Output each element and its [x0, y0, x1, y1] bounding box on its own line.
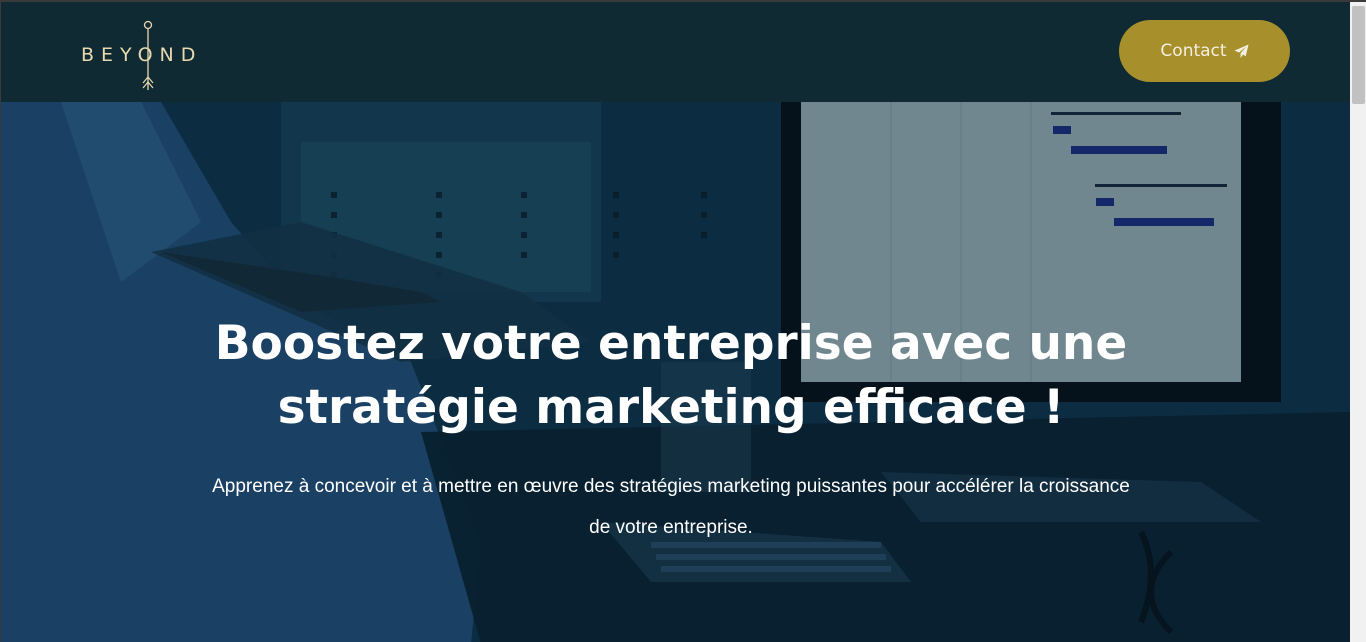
- brand-logo[interactable]: BEYOND: [81, 20, 213, 92]
- hero-subtitle: Apprenez à concevoir et à mettre en œuvr…: [212, 476, 1130, 538]
- scrollbar-thumb[interactable]: [1352, 6, 1365, 104]
- browser-viewport: BEYOND Contact Boostez votre entreprise …: [0, 0, 1366, 642]
- site-header: BEYOND Contact: [1, 2, 1350, 102]
- hero-title: Boostez votre entreprise avec une straté…: [214, 316, 1128, 435]
- hero-section: Boostez votre entreprise avec une straté…: [1, 102, 1350, 642]
- paper-plane-icon: [1234, 43, 1249, 58]
- contact-label: Contact: [1160, 41, 1227, 61]
- logo-text: BEYOND: [81, 44, 203, 66]
- page-scrollbar[interactable]: [1350, 2, 1366, 642]
- contact-button[interactable]: Contact: [1119, 20, 1290, 82]
